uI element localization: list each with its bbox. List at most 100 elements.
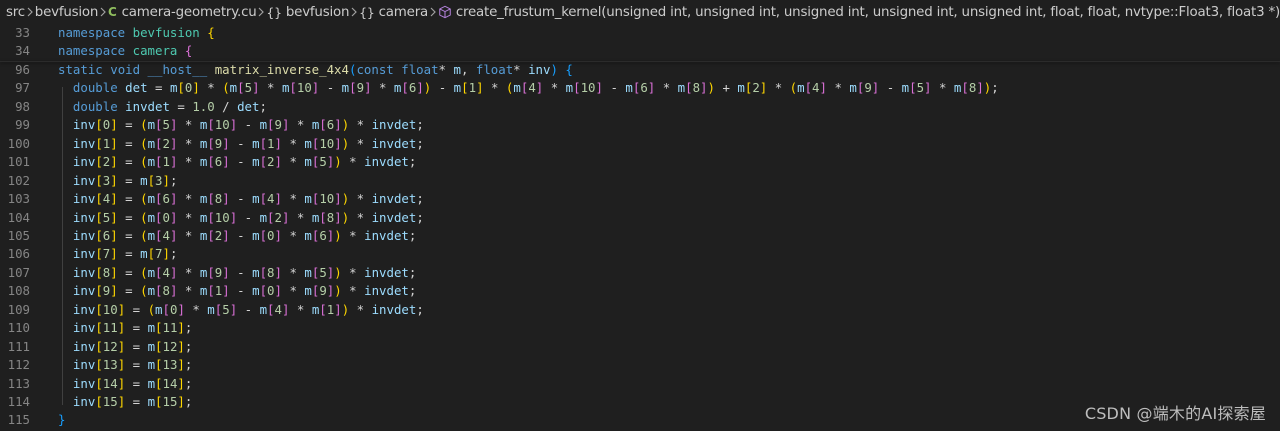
code-token: 4 <box>812 80 820 96</box>
code-line[interactable]: 98 double invdet = 1.0 / det; <box>0 98 1280 116</box>
code-text[interactable]: inv[9] = (m[8] * m[1] - m[0] * m[9]) * i… <box>58 282 416 300</box>
code-text[interactable]: static void __host__ matrix_inverse_4x4(… <box>58 61 573 79</box>
code-token: __host__ <box>147 61 208 77</box>
breadcrumb-item-namespace-camera[interactable]: {} camera <box>359 5 428 20</box>
chevron-right-icon <box>428 7 438 17</box>
code-token: ) <box>550 61 558 77</box>
code-line[interactable]: 113 inv[14] = m[14]; <box>0 375 1280 393</box>
code-token: [ <box>401 80 409 96</box>
line-number[interactable]: 33 <box>0 24 30 42</box>
code-text[interactable]: inv[6] = (m[4] * m[2] - m[0] * m[6]) * i… <box>58 227 416 245</box>
code-line[interactable]: 105 inv[6] = (m[4] * m[2] - m[0] * m[6])… <box>0 227 1280 245</box>
line-number[interactable]: 104 <box>0 209 30 227</box>
line-number[interactable]: 34 <box>0 42 30 60</box>
code-line[interactable]: 112 inv[13] = m[13]; <box>0 356 1280 374</box>
code-line[interactable]: 99 inv[0] = (m[5] * m[10] - m[9] * m[6])… <box>0 116 1280 134</box>
code-line[interactable]: 101 inv[2] = (m[1] * m[6] - m[2] * m[5])… <box>0 153 1280 171</box>
code-line[interactable]: 110 inv[11] = m[11]; <box>0 319 1280 337</box>
code-token: invdet <box>371 301 417 317</box>
code-token: bevfusion <box>132 25 200 40</box>
line-number[interactable]: 97 <box>0 79 30 97</box>
breadcrumb-item-file[interactable]: C camera-geometry.cu <box>108 5 257 20</box>
code-text[interactable]: double det = m[0] * (m[5] * m[10] - m[9]… <box>58 79 999 97</box>
breadcrumb-item-function[interactable]: create_frustum_kernel(unsigned int, unsi… <box>438 5 1280 20</box>
code-token: [ <box>804 80 813 96</box>
code-text[interactable]: inv[1] = (m[2] * m[9] - m[1] * m[10]) * … <box>58 135 424 153</box>
breadcrumb-label: create_frustum_kernel(unsigned int, unsi… <box>455 4 1280 20</box>
code-text[interactable]: double invdet = 1.0 / det; <box>58 98 267 116</box>
code-token: 5 <box>162 117 170 133</box>
code-line[interactable]: 34 namespace camera { <box>0 42 1280 60</box>
code-token: invdet <box>364 264 409 280</box>
code-text[interactable]: inv[14] = m[14]; <box>58 375 192 393</box>
line-number[interactable]: 106 <box>0 245 30 263</box>
line-number[interactable]: 115 <box>0 411 30 429</box>
code-editor[interactable]: 33 namespace bevfusion { 34 namespace camer… <box>0 24 1280 431</box>
code-text[interactable]: inv[0] = (m[5] * m[10] - m[9] * m[6]) * … <box>58 116 424 134</box>
line-number[interactable]: 108 <box>0 282 30 300</box>
breadcrumb-item-namespace-bevfusion[interactable]: {} bevfusion <box>266 5 349 20</box>
line-number[interactable]: 101 <box>0 153 30 171</box>
code-token: m <box>341 80 350 96</box>
code-line[interactable]: 104 inv[5] = (m[0] * m[10] - m[2] * m[8]… <box>0 209 1280 227</box>
code-text[interactable]: inv[2] = (m[1] * m[6] - m[2] * m[5]) * i… <box>58 153 416 171</box>
code-line[interactable]: 107 inv[8] = (m[4] * m[9] - m[8] * m[5])… <box>0 264 1280 282</box>
code-token: 6 <box>319 227 327 243</box>
code-token: ] <box>274 191 282 207</box>
code-token: - <box>229 191 253 207</box>
line-number[interactable]: 110 <box>0 319 30 337</box>
code-text[interactable]: inv[5] = (m[0] * m[10] - m[2] * m[8]) * … <box>58 209 424 227</box>
code-token: ] <box>110 117 118 133</box>
code-line[interactable]: 106 inv[7] = m[7]; <box>0 245 1280 263</box>
line-number[interactable]: 99 <box>0 116 30 134</box>
line-number[interactable]: 100 <box>0 135 30 153</box>
code-line[interactable]: 33 namespace bevfusion { <box>0 24 1280 42</box>
code-line[interactable]: 103 inv[4] = (m[6] * m[8] - m[4] * m[10]… <box>0 190 1280 208</box>
code-text[interactable]: } <box>58 411 65 429</box>
code-token: ] <box>924 80 932 96</box>
code-text[interactable]: inv[11] = m[11]; <box>58 319 192 337</box>
line-number[interactable]: 96 <box>0 61 30 79</box>
line-number[interactable]: 109 <box>0 301 30 319</box>
code-line[interactable]: 108 inv[9] = (m[8] * m[1] - m[0] * m[9])… <box>0 282 1280 300</box>
line-number[interactable]: 98 <box>0 98 30 116</box>
code-text[interactable]: inv[13] = m[13]; <box>58 356 192 374</box>
line-number[interactable]: 111 <box>0 338 30 356</box>
code-token: m <box>147 375 156 391</box>
line-number[interactable]: 105 <box>0 227 30 245</box>
code-token: ; <box>408 227 417 243</box>
code-token: * <box>767 80 790 96</box>
code-text[interactable]: inv[15] = m[15]; <box>58 393 192 411</box>
line-number[interactable]: 107 <box>0 264 30 282</box>
line-number[interactable]: 114 <box>0 393 30 411</box>
line-number[interactable]: 102 <box>0 172 30 190</box>
code-line[interactable]: 102 inv[3] = m[3]; <box>0 172 1280 190</box>
code-token: 9 <box>319 283 327 299</box>
code-token: m <box>677 80 686 96</box>
code-line[interactable]: 111 inv[12] = m[12]; <box>0 338 1280 356</box>
code-token: * <box>289 301 312 317</box>
code-text[interactable]: inv[10] = (m[0] * m[5] - m[4] * m[1]) * … <box>58 301 424 319</box>
line-number[interactable]: 113 <box>0 375 30 393</box>
line-number[interactable]: 112 <box>0 356 30 374</box>
code-line[interactable]: 97 double det = m[0] * (m[5] * m[10] - m… <box>0 79 1280 97</box>
code-text[interactable]: inv[3] = m[3]; <box>58 172 178 190</box>
breadcrumb-item-bevfusion-folder[interactable]: bevfusion <box>35 5 99 20</box>
code-line[interactable]: 96 static void __host__ matrix_inverse_4x… <box>0 61 1280 79</box>
code-token: ; <box>184 357 193 373</box>
code-text[interactable]: inv[4] = (m[6] * m[8] - m[4] * m[10]) * … <box>58 190 424 208</box>
code-text[interactable]: inv[8] = (m[4] * m[9] - m[8] * m[5]) * i… <box>58 264 416 282</box>
code-text[interactable]: namespace camera { <box>58 42 192 60</box>
code-line[interactable]: 100 inv[1] = (m[2] * m[9] - m[1] * m[10]… <box>0 135 1280 153</box>
code-text[interactable]: inv[7] = m[7]; <box>58 245 178 263</box>
code-token: m <box>140 246 148 262</box>
code-text[interactable]: inv[12] = m[12]; <box>58 338 192 356</box>
code-line[interactable]: 109 inv[10] = (m[0] * m[5] - m[4] * m[1]… <box>0 301 1280 319</box>
breadcrumb-item-src[interactable]: src <box>6 5 25 20</box>
code-text[interactable]: namespace bevfusion { <box>58 24 215 42</box>
code-token: * <box>281 227 305 243</box>
line-number[interactable]: 103 <box>0 190 30 208</box>
code-token: m <box>252 191 260 207</box>
